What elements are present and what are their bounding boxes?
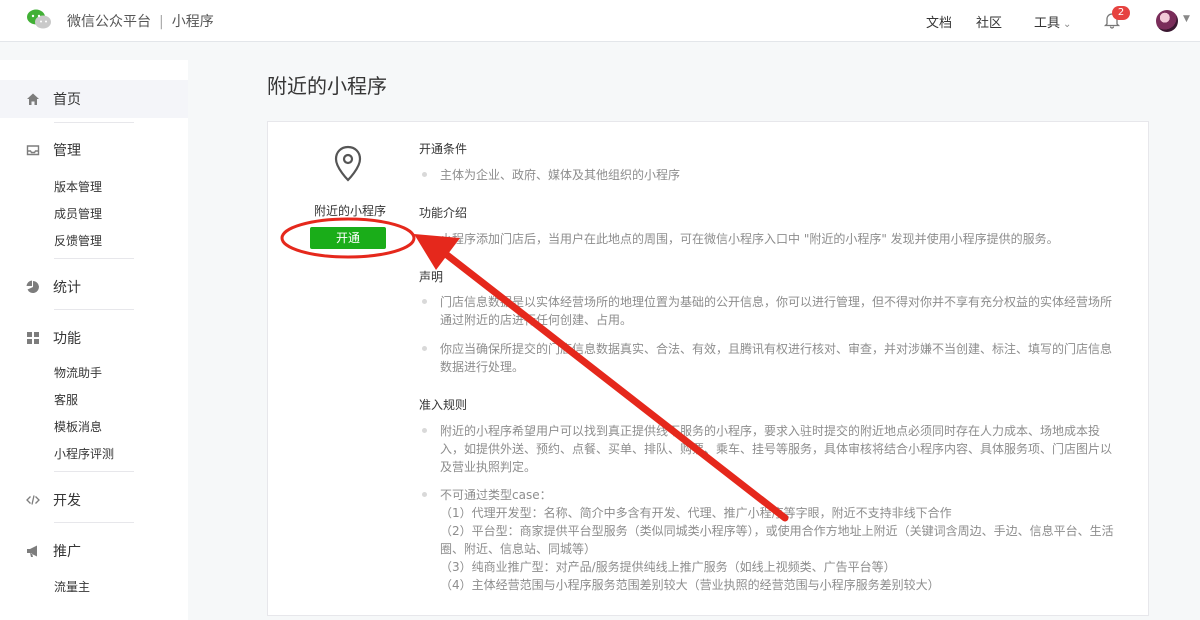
case-item: （2）平台型：商家提供平台型服务（类似同城类小程序等），或使用合作方地址上附近（…: [440, 524, 1114, 538]
home-icon: [27, 93, 39, 105]
page-title: 附近的小程序: [267, 74, 387, 98]
top-bar: 微信公众平台 | 小程序 文档 社区 工具 ⌄ 2 ▼: [0, 0, 1200, 42]
bullet: [422, 299, 427, 304]
sidebar-item-promote[interactable]: 推广: [26, 541, 81, 561]
sidebar-item-label: 开发: [53, 493, 81, 509]
sidebar-item-traffic[interactable]: 流量主: [54, 578, 90, 595]
case-item: （3）纯商业推广型：对产品/服务提供纯线上推广服务（如线上视频类、广告平台等）: [440, 560, 896, 574]
case-item: （4）主体经营范围与小程序服务范围差别较大（营业执照的经营范围与小程序服务差别较…: [440, 578, 940, 592]
sidebar-item-label: 功能: [53, 331, 81, 347]
sidebar-item-feedback[interactable]: 反馈管理: [54, 232, 102, 249]
rules-text: 附近的小程序希望用户可以找到真正提供线下服务的小程序，要求入驻时提交的附近地点必…: [440, 424, 1113, 474]
inbox-icon: [26, 145, 40, 156]
brand-title[interactable]: 微信公众平台 | 小程序: [67, 11, 214, 31]
divider: [54, 258, 134, 259]
section-title-intro: 功能介绍: [419, 206, 468, 220]
sidebar-item-versions[interactable]: 版本管理: [54, 178, 102, 195]
nav-community[interactable]: 社区: [976, 12, 1002, 31]
sidebar-item-manage[interactable]: 管理: [26, 140, 81, 160]
sidebar-item-evaluation[interactable]: 小程序评测: [54, 445, 114, 462]
case-item: 圈、附近、信息站、同城等）: [440, 542, 597, 556]
sidebar: 首页 管理 版本管理 成员管理 反馈管理 统计 功能 物流助手 客服 模板消息 …: [0, 60, 188, 620]
section-title-statement: 声明: [419, 270, 444, 284]
divider: [54, 309, 134, 310]
bullet: [422, 172, 427, 177]
sidebar-item-label: 首页: [53, 92, 81, 108]
divider: [54, 471, 134, 472]
location-pin-icon: [334, 145, 362, 182]
bullet: [422, 346, 427, 351]
section-title-rules: 准入规则: [419, 398, 468, 412]
nav-docs[interactable]: 文档: [926, 12, 952, 31]
notification-badge: 2: [1112, 6, 1130, 20]
bullet: [422, 428, 427, 433]
product-name: 小程序: [171, 14, 214, 30]
sidebar-item-label: 推广: [53, 544, 81, 560]
case-item: （1）代理开发型：名称、简介中多含有开发、代理、推广小程序等字眼，附近不支持非线…: [440, 506, 952, 520]
sidebar-item-label: 统计: [53, 280, 81, 296]
sidebar-item-members[interactable]: 成员管理: [54, 205, 102, 222]
conditions-text: 主体为企业、政府、媒体及其他组织的小程序: [440, 168, 681, 182]
nav-tools[interactable]: 工具 ⌄: [1034, 12, 1071, 31]
brand-separator: |: [159, 14, 164, 30]
brand-name: 微信公众平台: [67, 14, 151, 30]
sidebar-item-develop[interactable]: 开发: [26, 490, 81, 510]
section-title-conditions: 开通条件: [419, 142, 468, 156]
code-icon: [26, 495, 40, 505]
chevron-down-icon: ⌄: [1063, 19, 1072, 30]
pie-chart-icon: [26, 280, 39, 293]
megaphone-icon: [27, 545, 37, 557]
sidebar-item-stats[interactable]: 统计: [26, 277, 81, 297]
open-button[interactable]: 开通: [310, 227, 386, 249]
sidebar-item-template-msg[interactable]: 模板消息: [54, 418, 102, 435]
chevron-down-icon[interactable]: ▼: [1183, 14, 1190, 24]
divider: [54, 122, 134, 123]
sidebar-item-logistics[interactable]: 物流助手: [54, 364, 102, 381]
statement-text-2: 你应当确保所提交的门店信息数据真实、合法、有效，且腾讯有权进行核对、审查，并对涉…: [440, 342, 1113, 374]
statement-text-1: 门店信息数据是以实体经营场所的地理位置为基础的公开信息，你可以进行管理，但不得对…: [440, 295, 1113, 327]
bullet: [422, 236, 427, 241]
plugin-name: 附近的小程序: [314, 204, 387, 218]
sidebar-item-features[interactable]: 功能: [26, 328, 81, 348]
case-title: 不可通过类型case：: [440, 488, 552, 502]
nav-tools-label: 工具: [1034, 16, 1061, 31]
sidebar-item-label: 管理: [53, 143, 81, 159]
intro-text: 小程序添加门店后，当用户在此地点的周围，可在微信小程序入口中 "附近的小程序" …: [440, 232, 1059, 246]
wechat-logo-icon[interactable]: [26, 8, 52, 30]
grid-icon: [27, 332, 39, 344]
divider: [54, 522, 134, 523]
bullet: [422, 492, 427, 497]
sidebar-item-service[interactable]: 客服: [54, 391, 78, 408]
avatar[interactable]: [1156, 10, 1178, 32]
sidebar-item-home[interactable]: 首页: [26, 89, 81, 109]
